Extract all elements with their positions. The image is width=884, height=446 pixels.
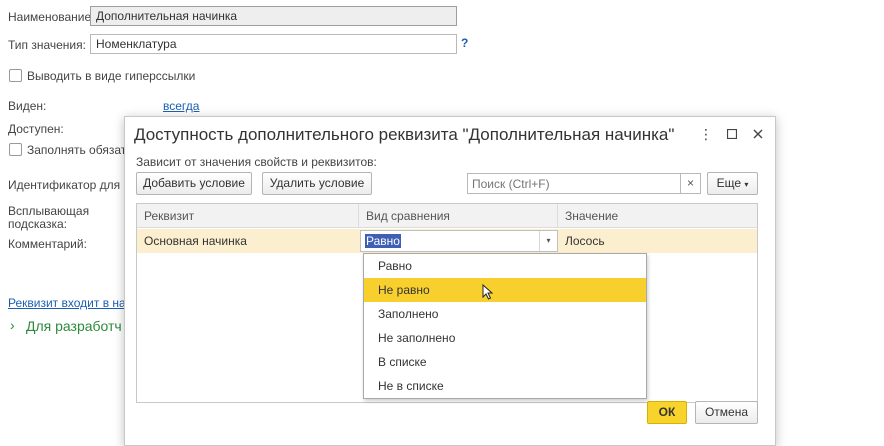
option-not-in-list[interactable]: Не в списке [364,374,646,398]
caret-down-icon: ▾ [744,180,749,189]
close-icon[interactable] [749,125,767,143]
clear-search-icon[interactable]: × [681,173,701,194]
name-label: Наименование: [8,10,95,24]
available-label: Доступен: [8,122,64,136]
hyperlink-checkbox-label: Выводить в виде гиперссылки [27,69,196,83]
cancel-button[interactable]: Отмена [695,401,758,424]
option-equal[interactable]: Равно [364,254,646,278]
option-in-list[interactable]: В списке [364,350,646,374]
option-filled[interactable]: Заполнено [364,302,646,326]
more-button-label: Еще [716,176,742,190]
chevron-right-icon[interactable]: › [10,317,15,333]
option-not-filled[interactable]: Не заполнено [364,326,646,350]
help-icon[interactable]: ? [461,36,468,50]
dialog-title: Доступность дополнительного реквизита "Д… [134,125,675,144]
tooltip-label-line1: Всплывающая [8,204,90,218]
more-vertical-icon[interactable]: ⋮ [697,125,715,143]
chevron-down-icon[interactable]: ▾ [539,231,557,251]
comparison-dropdown: Равно Не равно Заполнено Не заполнено В … [363,253,647,399]
fill-checkbox[interactable] [9,143,22,156]
comment-label: Комментарий: [8,237,87,251]
cell-comparison[interactable]: Равно ▾ [359,229,558,253]
tooltip-label-line2: подсказка: [8,217,67,231]
cell-value[interactable]: Лосось [558,229,757,253]
comparison-select-value: Равно [365,234,401,248]
maximize-icon[interactable] [723,125,741,143]
identifier-label: Идентификатор для ф [8,178,134,192]
column-header-value[interactable]: Значение [558,204,757,228]
visible-label: Виден: [8,99,47,113]
ok-button[interactable]: ОК [647,401,687,424]
type-field[interactable]: Номенклатура [90,34,457,54]
column-header-attribute[interactable]: Реквизит [137,204,359,228]
more-button[interactable]: Еще ▾ [707,172,758,195]
developers-section[interactable]: Для разработч [26,318,122,334]
mouse-cursor-icon [482,283,494,303]
name-field[interactable]: Дополнительная начинка [90,6,457,26]
visible-link[interactable]: всегда [163,99,199,113]
availability-dialog: Доступность дополнительного реквизита "Д… [124,116,776,446]
comparison-select[interactable]: Равно ▾ [360,230,558,252]
option-not-equal[interactable]: Не равно [364,278,646,302]
type-label: Тип значения: [8,38,86,52]
dialog-subtitle: Зависит от значения свойств и реквизитов… [136,155,377,169]
delete-condition-button[interactable]: Удалить условие [262,172,372,195]
column-header-comparison[interactable]: Вид сравнения [359,204,558,228]
search-input[interactable] [467,173,681,194]
add-condition-button[interactable]: Добавить условие [136,172,252,195]
cell-attribute[interactable]: Основная начинка [137,229,359,253]
fill-checkbox-label: Заполнять обязате [27,143,133,157]
set-link[interactable]: Реквизит входит в наб [8,296,133,310]
hyperlink-checkbox[interactable] [9,69,22,82]
